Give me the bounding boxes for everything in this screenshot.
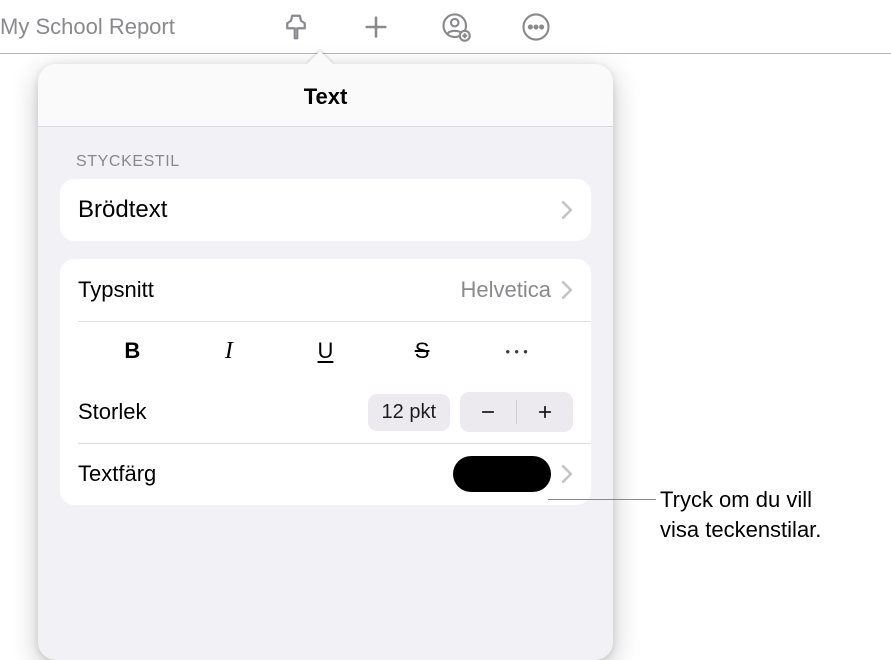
size-label: Storlek bbox=[78, 399, 146, 425]
text-color-swatch[interactable] bbox=[453, 456, 551, 492]
callout-line-2: visa teckenstilar. bbox=[660, 515, 821, 545]
top-toolbar: My School Report bbox=[0, 0, 891, 54]
strikethrough-button[interactable]: S bbox=[374, 321, 471, 381]
insert-plus-icon[interactable] bbox=[360, 11, 392, 43]
collaborate-icon[interactable] bbox=[440, 11, 472, 43]
more-icon[interactable] bbox=[520, 11, 552, 43]
size-decrease-button[interactable] bbox=[460, 392, 516, 432]
size-increase-button[interactable] bbox=[517, 392, 573, 432]
text-style-buttons-row: B I U S ●●● bbox=[60, 321, 591, 381]
paragraph-style-value: Brödtext bbox=[78, 196, 167, 224]
font-label: Typsnitt bbox=[78, 277, 154, 303]
text-color-label: Textfärg bbox=[78, 461, 156, 487]
size-row: Storlek 12 pkt bbox=[60, 381, 591, 443]
callout-leader-line bbox=[548, 499, 656, 500]
popover-title: Text bbox=[38, 84, 613, 110]
paragraph-style-row[interactable]: Brödtext bbox=[60, 179, 591, 241]
format-brush-icon[interactable] bbox=[280, 11, 312, 43]
size-stepper bbox=[460, 392, 573, 432]
bold-button[interactable]: B bbox=[84, 321, 181, 381]
text-format-card: Typsnitt Helvetica B I U S ●●● Storlek 1… bbox=[60, 259, 591, 505]
paragraph-style-card: Brödtext bbox=[60, 179, 591, 241]
font-row[interactable]: Typsnitt Helvetica bbox=[60, 259, 591, 321]
popover-header: Text bbox=[38, 64, 613, 127]
paragraph-style-section-label: STYCKESTIL bbox=[38, 127, 613, 179]
font-value: Helvetica bbox=[461, 277, 551, 303]
callout-annotation: Tryck om du vill visa teckenstilar. bbox=[660, 485, 821, 544]
underline-button[interactable]: U bbox=[277, 321, 374, 381]
size-value-pill[interactable]: 12 pkt bbox=[368, 394, 450, 431]
italic-button[interactable]: I bbox=[181, 321, 278, 381]
chevron-right-icon bbox=[561, 281, 573, 299]
chevron-right-icon bbox=[561, 201, 573, 219]
popover-arrow bbox=[306, 51, 334, 65]
text-color-row[interactable]: Textfärg bbox=[60, 443, 591, 505]
chevron-right-icon bbox=[561, 465, 573, 483]
callout-line-1: Tryck om du vill bbox=[660, 485, 821, 515]
more-text-options-button[interactable]: ●●● bbox=[470, 321, 567, 381]
toolbar-icon-group bbox=[280, 11, 552, 43]
format-popover: Text STYCKESTIL Brödtext Typsnitt Helvet… bbox=[38, 64, 613, 660]
document-title[interactable]: My School Report bbox=[0, 14, 175, 40]
